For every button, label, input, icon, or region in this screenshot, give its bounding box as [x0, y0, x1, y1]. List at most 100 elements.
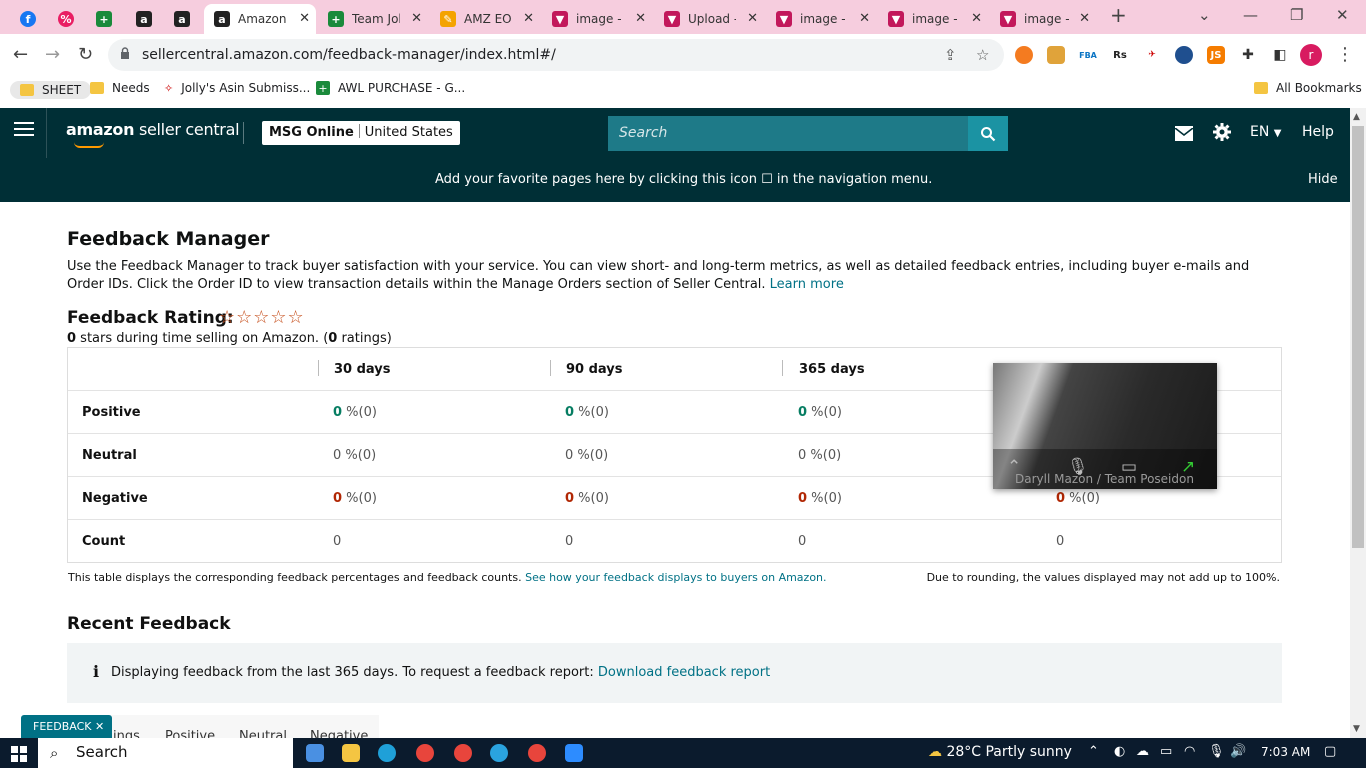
weather-widget[interactable]: ☁ 28°C Partly sunny [928, 744, 1072, 760]
tab-percent[interactable]: % [48, 4, 84, 34]
tab-amazon-1[interactable]: a [126, 4, 162, 34]
seller-central-logo[interactable]: amazon seller central [66, 120, 240, 148]
page-title: Feedback Manager [67, 228, 270, 250]
tab-team-jolly[interactable]: + Team Jol ✕ [318, 4, 428, 34]
notifications-icon[interactable]: ▢ [1324, 744, 1336, 759]
learn-more-link[interactable]: Learn more [770, 277, 844, 292]
extension-fba-icon[interactable]: FBA [1079, 46, 1097, 64]
microphone-icon[interactable]: 🎙 [1208, 744, 1225, 759]
tab-image-1[interactable]: ▼ image - ✕ [542, 4, 652, 34]
percent-suffix: %(0) [807, 405, 842, 420]
tab-image-2[interactable]: ▼ image - ✕ [766, 4, 876, 34]
caret-down-icon: ▼ [1273, 128, 1282, 139]
reload-icon[interactable]: ↻ [78, 44, 93, 65]
profile-avatar[interactable]: r [1300, 44, 1322, 66]
table-row-count: Count 0 0 0 0 [68, 520, 1281, 563]
all-bookmarks[interactable]: All Bookmarks [1254, 81, 1362, 95]
bookmark-label: SHEET [42, 83, 82, 97]
chrome-active-icon[interactable] [528, 744, 546, 762]
scroll-down-icon[interactable]: ▼ [1353, 724, 1360, 734]
extension-js-icon[interactable]: JS [1207, 46, 1225, 64]
language-selector[interactable]: EN ▼ [1250, 124, 1281, 140]
bookmark-jolly-asin[interactable]: ✧ Jolly's Asin Submiss... [164, 81, 310, 95]
bookmark-awl-purchase[interactable]: + AWL PURCHASE - G... [316, 81, 465, 95]
bookmark-sheet[interactable]: SHEET [10, 81, 92, 99]
file-explorer-icon[interactable] [342, 744, 360, 762]
feedback-display-link[interactable]: See how your feedback displays to buyers… [525, 571, 826, 584]
row-label: Neutral [82, 448, 137, 463]
address-bar[interactable]: sellercentral.amazon.com/feedback-manage… [108, 39, 1004, 71]
amazon-a-icon: a [136, 11, 152, 27]
download-feedback-report-link[interactable]: Download feedback report [598, 665, 770, 680]
pencil-icon: ✎ [440, 11, 456, 27]
logo-sub: seller central [134, 120, 240, 139]
chrome-profile-icon[interactable] [454, 744, 472, 762]
close-tab-icon[interactable]: ✕ [635, 11, 646, 26]
clock[interactable]: 7:03 AM [1261, 745, 1310, 759]
tray-app-icon[interactable]: ◐ [1114, 744, 1125, 759]
display-icon[interactable]: ▭ [1160, 744, 1172, 759]
back-icon[interactable]: ← [13, 44, 28, 65]
tab-image-4[interactable]: ▼ image - ✕ [990, 4, 1096, 34]
extension-ks-icon[interactable]: ✈ [1143, 46, 1161, 64]
taskbar-search[interactable]: ⌕ Search [38, 738, 293, 768]
edge-icon[interactable] [378, 744, 396, 762]
bookmarks-bar: SHEET Needs ✧ Jolly's Asin Submiss... + AW… [0, 76, 1366, 104]
close-tab-icon[interactable]: ✕ [971, 11, 982, 26]
close-tab-icon[interactable]: ✕ [411, 11, 422, 26]
tab-amazon-active[interactable]: a Amazon ✕ [204, 4, 316, 34]
close-tab-icon[interactable]: ✕ [747, 11, 758, 26]
mail-icon[interactable] [1174, 126, 1194, 141]
tray-chevron-icon[interactable]: ⌃ [1088, 744, 1099, 759]
extension-globe-icon[interactable] [1175, 46, 1193, 64]
scrollbar-thumb[interactable] [1352, 126, 1364, 548]
new-tab-icon[interactable]: + [1110, 3, 1127, 27]
account-switcher[interactable]: MSG Online United States [262, 121, 460, 145]
extension-cat-icon[interactable] [1047, 46, 1065, 64]
help-link[interactable]: Help [1302, 124, 1334, 140]
restore-icon[interactable]: ❐ [1290, 6, 1303, 24]
close-tab-icon[interactable]: ✕ [299, 11, 310, 26]
task-view-icon[interactable] [306, 744, 324, 762]
search-icon [981, 127, 996, 142]
tab-image-3[interactable]: ▼ image - ✕ [878, 4, 988, 34]
sheets-plus-icon: + [96, 11, 112, 27]
video-call-window[interactable]: ⌃ 🎙 ▭ ↗ Daryll Mazon / Team Poseidon [993, 363, 1217, 489]
close-tab-icon[interactable]: ✕ [1079, 11, 1090, 26]
facebook-icon: f [20, 11, 36, 27]
minimize-icon[interactable]: — [1243, 6, 1258, 24]
tab-upload[interactable]: ▼ Upload - ✕ [654, 4, 764, 34]
browser-menu-icon[interactable]: ⋮ [1336, 44, 1354, 65]
gear-icon[interactable] [1212, 122, 1232, 142]
tab-amazon-2[interactable]: a [164, 4, 200, 34]
hamburger-menu-icon[interactable] [14, 122, 34, 142]
wifi-icon[interactable]: ◠ [1184, 744, 1195, 759]
volume-icon[interactable]: 🔊 [1230, 744, 1246, 759]
onedrive-icon[interactable]: ☁ [1136, 744, 1149, 759]
tab-amz-eo[interactable]: ✎ AMZ EO( ✕ [430, 4, 540, 34]
extension-rs-icon[interactable]: Rs [1111, 46, 1129, 64]
extensions-puzzle-icon[interactable]: ✚ [1239, 46, 1257, 64]
extension-firefox-icon[interactable] [1015, 46, 1033, 64]
share-icon[interactable]: ⇪ [944, 46, 957, 64]
close-tab-icon[interactable]: ✕ [859, 11, 870, 26]
tab-sheets[interactable]: + [86, 4, 122, 34]
scroll-up-icon[interactable]: ▲ [1353, 112, 1360, 122]
side-panel-icon[interactable]: ◧ [1271, 46, 1289, 64]
close-window-icon[interactable]: ✕ [1336, 6, 1349, 24]
close-tab-icon[interactable]: ✕ [523, 11, 534, 26]
tab-search-icon[interactable]: ⌄ [1198, 6, 1211, 24]
bookmark-needs[interactable]: Needs [90, 81, 150, 95]
zoom-icon[interactable] [565, 744, 583, 762]
forward-icon[interactable]: → [45, 44, 60, 65]
search-button[interactable] [968, 116, 1008, 151]
bookmark-star-icon[interactable]: ☆ [976, 46, 989, 64]
telegram-icon[interactable] [490, 744, 508, 762]
tab-facebook[interactable]: f [10, 4, 46, 34]
windows-start-icon[interactable] [11, 746, 27, 762]
row-label: Negative [82, 491, 148, 506]
search-input[interactable]: Search [608, 116, 968, 151]
hide-banner-button[interactable]: Hide [1308, 172, 1338, 187]
chrome-icon[interactable] [416, 744, 434, 762]
feedback-widget-button[interactable]: FEEDBACK ✕ [21, 715, 112, 738]
